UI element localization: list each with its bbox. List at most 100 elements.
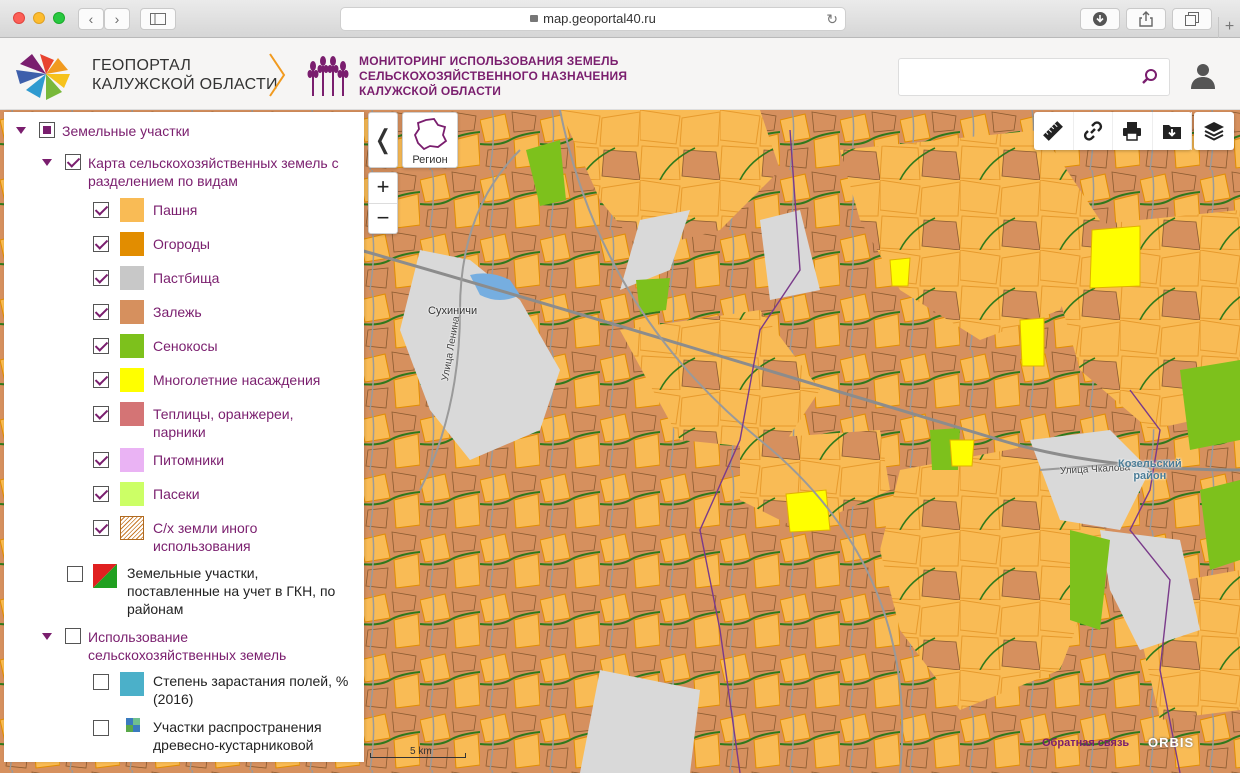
legend-item: Пастбища xyxy=(93,266,219,290)
expand-group-usage-toggle[interactable] xyxy=(42,633,52,640)
search-icon[interactable] xyxy=(1141,68,1159,86)
share-icon xyxy=(1139,11,1153,27)
browser-toolbar: ‹ › map.geoportal40.ru ↻ + xyxy=(0,0,1240,38)
close-window-button[interactable] xyxy=(13,12,25,24)
legend-item-checkbox[interactable] xyxy=(93,452,109,468)
project-title-line2: СЕЛЬСКОХОЗЯЙСТВЕННОГО НАЗНАЧЕНИЯ xyxy=(359,69,628,83)
legend-item-label: Многолетние насаждения xyxy=(153,372,321,388)
legend-item: С/х земли иного использования xyxy=(93,516,283,555)
legend-item: Многолетние насаждения xyxy=(93,368,320,392)
header-divider-chevron xyxy=(269,53,286,97)
zoom-in-button[interactable]: + xyxy=(369,173,397,203)
share-button[interactable] xyxy=(1126,8,1166,30)
forward-button[interactable]: › xyxy=(104,8,130,30)
print-button[interactable] xyxy=(1113,112,1153,150)
legend-item-label: Пашня xyxy=(153,202,198,218)
legend-swatch xyxy=(120,368,144,392)
layer-shrub: Участки распространения древесно-кустарн… xyxy=(93,718,355,754)
layer-group-usage-checkbox[interactable] xyxy=(65,628,81,644)
reload-icon[interactable]: ↻ xyxy=(826,8,838,30)
legend-item-checkbox[interactable] xyxy=(93,304,109,320)
portal-name: ГЕОПОРТАЛ КАЛУЖСКОЙ ОБЛАСТИ xyxy=(92,56,278,94)
scale-bar: 5 km xyxy=(370,746,466,760)
project-title-line3: КАЛУЖСКОЙ ОБЛАСТИ xyxy=(359,84,502,98)
layers-icon xyxy=(1204,122,1224,141)
print-icon xyxy=(1123,122,1142,141)
legend-item: Огороды xyxy=(93,232,210,256)
back-button[interactable]: ‹ xyxy=(78,8,104,30)
legend-item: Пашня xyxy=(93,198,197,222)
link-icon xyxy=(1083,121,1102,141)
measure-button[interactable] xyxy=(1034,112,1074,150)
district-label-line1: Козельский xyxy=(1118,458,1182,470)
layer-gkn: Земельные участки, поставленные на учет … xyxy=(67,564,357,618)
download-circle-icon xyxy=(1093,12,1107,26)
legend-item: Теплицы, оранжереи, парники xyxy=(93,402,323,441)
address-bar[interactable]: map.geoportal40.ru ↻ xyxy=(340,7,846,31)
feedback-link[interactable]: Обратная связь xyxy=(1042,737,1129,749)
layer-group-land: Земельные участки xyxy=(16,122,190,140)
legend-swatch-hatched xyxy=(120,516,144,540)
tabs-icon xyxy=(1185,12,1199,26)
orbis-logo: ORBIS xyxy=(1148,735,1195,750)
legend-item-checkbox[interactable] xyxy=(93,270,109,286)
export-button[interactable] xyxy=(1153,112,1192,150)
geoportal-logo[interactable] xyxy=(10,48,82,102)
legend-item-checkbox[interactable] xyxy=(93,338,109,354)
layer-subgroup-agri-checkbox[interactable] xyxy=(65,154,81,170)
layer-overgrowth: Степень зарастания полей, % (2016) xyxy=(93,672,355,708)
legend-item-checkbox[interactable] xyxy=(93,406,109,422)
layers-panel: Земельные участки Карта сельскохозяйстве… xyxy=(4,112,364,762)
legend-item: Сенокосы xyxy=(93,334,218,358)
legend-swatch xyxy=(120,448,144,472)
layer-shrub-checkbox[interactable] xyxy=(93,720,109,736)
region-button[interactable]: Регион xyxy=(402,112,458,168)
search-input[interactable] xyxy=(899,59,1139,95)
district-label: Козельский район xyxy=(1118,458,1182,482)
region-outline-icon xyxy=(413,118,448,151)
app-header: ГЕОПОРТАЛ КАЛУЖСКОЙ ОБЛАСТИ МОНИТОРИНГ И… xyxy=(0,38,1240,110)
legend-item-label: Пасеки xyxy=(153,486,200,502)
layer-group-usage: Использование сельскохозяйственных земел… xyxy=(42,628,360,664)
wheat-icon xyxy=(307,56,349,96)
legend-item: Пасеки xyxy=(93,482,200,506)
legend-item-label: Сенокосы xyxy=(153,338,218,354)
shrub-swatch-icon xyxy=(126,718,140,732)
layer-group-land-label: Земельные участки xyxy=(62,123,190,139)
zoom-window-button[interactable] xyxy=(53,12,65,24)
legend-swatch xyxy=(120,300,144,324)
map-toolbar xyxy=(1034,112,1192,150)
expand-subgroup-agri-toggle[interactable] xyxy=(42,159,52,166)
legend-item-checkbox[interactable] xyxy=(93,372,109,388)
project-title-line1: МОНИТОРИНГ ИСПОЛЬЗОВАНИЯ ЗЕМЕЛЬ xyxy=(359,54,619,68)
layers-button[interactable] xyxy=(1194,112,1234,150)
legend-item-checkbox[interactable] xyxy=(93,202,109,218)
layer-subgroup-agri-label: Карта сельскохозяйственных земель с разд… xyxy=(88,155,339,189)
collapse-panel-button[interactable]: ❬ xyxy=(368,112,398,168)
tabs-overview-button[interactable] xyxy=(1172,8,1212,30)
new-tab-button[interactable]: + xyxy=(1218,17,1240,38)
legend-item-checkbox[interactable] xyxy=(93,236,109,252)
sidebar-toggle-button[interactable] xyxy=(140,8,176,30)
legend-item-checkbox[interactable] xyxy=(93,520,109,536)
layer-overgrowth-checkbox[interactable] xyxy=(93,674,109,690)
legend-item-label: Питомники xyxy=(153,452,225,468)
layer-gkn-checkbox[interactable] xyxy=(67,566,83,582)
user-icon[interactable] xyxy=(1190,62,1216,90)
layer-overgrowth-label: Степень зарастания полей, % (2016) xyxy=(153,673,349,707)
expand-group-land-toggle[interactable] xyxy=(16,127,26,134)
share-link-button[interactable] xyxy=(1074,112,1113,150)
sidebar-icon xyxy=(150,13,166,25)
zoom-out-button[interactable]: − xyxy=(369,203,397,233)
legend-item-label: Огороды xyxy=(153,236,210,252)
layer-group-land-checkbox[interactable] xyxy=(39,122,55,138)
minimize-window-button[interactable] xyxy=(33,12,45,24)
portal-name-line2: КАЛУЖСКОЙ ОБЛАСТИ xyxy=(92,76,278,93)
legend-swatch xyxy=(120,672,144,696)
layer-shrub-label: Участки распространения древесно-кустарн… xyxy=(153,719,322,753)
legend-item-checkbox[interactable] xyxy=(93,486,109,502)
downloads-button[interactable] xyxy=(1080,8,1120,30)
address-text: map.geoportal40.ru xyxy=(543,11,656,26)
district-label-line2: район xyxy=(1133,470,1167,482)
search-box xyxy=(898,58,1170,96)
